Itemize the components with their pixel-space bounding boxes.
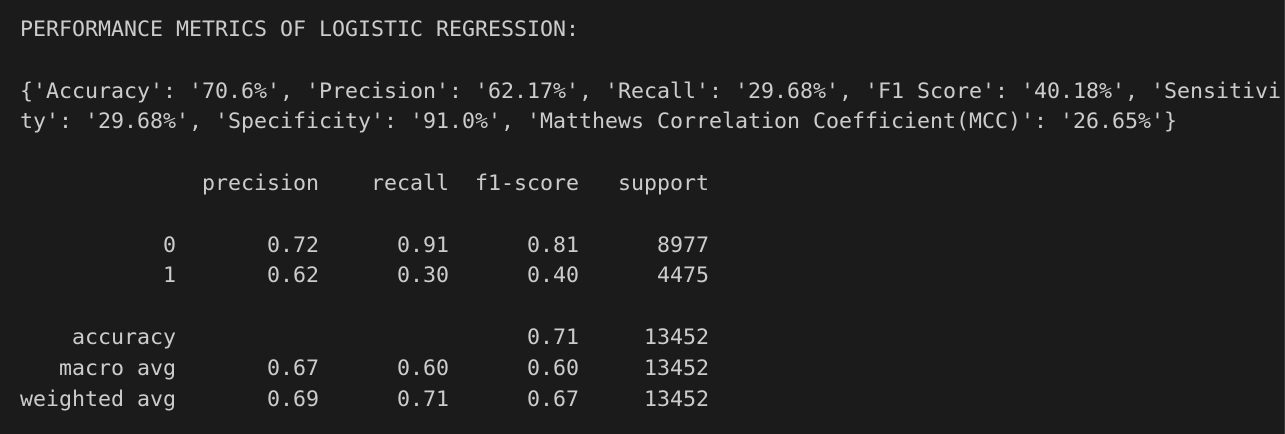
report-row-weighted-avg: weighted avg 0.69 0.71 0.67 13452: [20, 386, 710, 412]
metrics-dict-line-2: ty': '29.68%', 'Specificity': '91.0%', '…: [20, 109, 1178, 135]
report-row-macro-avg: macro avg 0.67 0.60 0.60 13452: [20, 355, 710, 381]
report-row-class-1: 1 0.62 0.30 0.40 4475: [20, 263, 710, 289]
metrics-dict-line-1: {'Accuracy': '70.6%', 'Precision': '62.1…: [20, 78, 1282, 104]
cell-output: PERFORMANCE METRICS OF LOGISTIC REGRESSI…: [20, 15, 1281, 415]
report-row-class-0: 0 0.72 0.91 0.81 8977: [20, 232, 710, 258]
report-row-accuracy: accuracy 0.71 13452: [20, 324, 710, 350]
metrics-title: PERFORMANCE METRICS OF LOGISTIC REGRESSI…: [20, 17, 580, 42]
report-header: precision recall f1-score support: [20, 170, 710, 196]
